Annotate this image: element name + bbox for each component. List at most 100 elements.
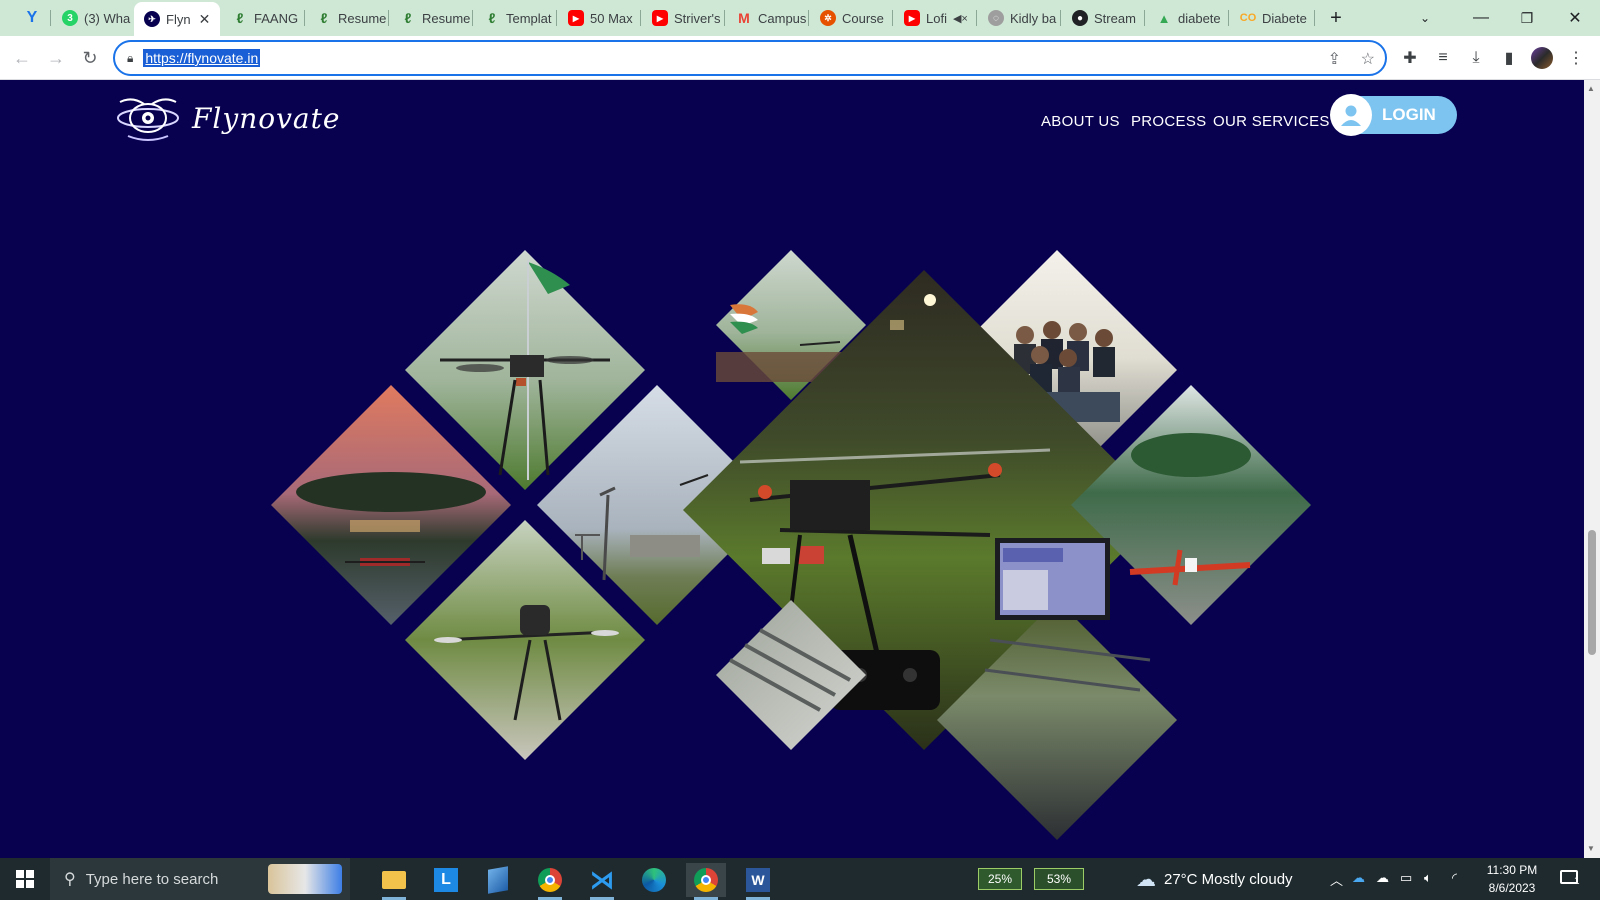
scroll-up-arrow-icon[interactable]: ▲ <box>1587 84 1595 93</box>
forward-button[interactable]: → <box>42 44 70 72</box>
browser-tab-strip: Y 3 (3) Wha ✈ Flyn ✕ ℓ FAANG ℓ Resume ℓ … <box>0 0 1600 36</box>
file-explorer-app[interactable] <box>374 863 414 900</box>
chrome-icon <box>694 868 718 892</box>
browser-toolbar: ← → ↻ 🔒︎ https://flynovate.in ⇪ ☆ ✚ ≡ ⤓ … <box>0 36 1600 80</box>
scroll-down-arrow-icon[interactable]: ▼ <box>1587 844 1595 853</box>
globe-icon: ◌ <box>988 10 1004 26</box>
leaf-icon: ℓ <box>488 10 496 26</box>
tab-title: Templat <box>506 10 552 26</box>
tab-y[interactable]: Y <box>14 4 48 32</box>
tab-course[interactable]: ✲ Course <box>810 4 890 32</box>
bookmark-star-icon[interactable]: ☆ <box>1361 49 1375 69</box>
download-icon[interactable]: ⤓ <box>1464 46 1488 70</box>
tab-50-max[interactable]: ▶ 50 Max <box>558 4 638 32</box>
tab-resume-1[interactable]: ℓ Resume <box>306 4 386 32</box>
address-bar[interactable]: 🔒︎ https://flynovate.in ⇪ ☆ <box>113 40 1387 76</box>
battery-right-indicator[interactable]: 53% <box>1034 868 1084 890</box>
tab-title: Lofi <box>926 10 947 26</box>
lock-icon[interactable]: 🔒︎ <box>127 51 133 66</box>
search-icon: ⚲ <box>64 871 76 888</box>
tab-title: (3) Wha <box>84 10 131 26</box>
tab-title: Course <box>842 10 884 26</box>
tab-template[interactable]: ℓ Templat <box>474 4 554 32</box>
whatsapp-icon: 3 <box>62 10 78 26</box>
profile-avatar[interactable] <box>1530 46 1554 70</box>
tab-whatsapp[interactable]: 3 (3) Wha <box>52 4 132 32</box>
tab-campus[interactable]: M Campus <box>726 4 806 32</box>
menu-kebab-icon[interactable]: ⋮ <box>1564 46 1588 70</box>
tab-stream[interactable]: ● Stream <box>1062 4 1142 32</box>
y-icon: Y <box>26 9 38 26</box>
back-button[interactable]: ← <box>8 44 36 72</box>
tab-title: Campus <box>758 10 806 26</box>
l-app-icon: L <box>434 868 458 892</box>
vscode-app[interactable]: ⋊ <box>582 863 622 900</box>
weather-widget[interactable]: ☁ 27°C Mostly cloudy <box>1136 858 1293 900</box>
stream-icon: ● <box>1072 10 1088 26</box>
wifi-icon[interactable]: ◜ <box>1452 870 1457 886</box>
start-button[interactable] <box>0 858 50 900</box>
clock-date: 8/6/2023 <box>1488 881 1536 895</box>
course-icon: ✲ <box>820 10 836 26</box>
tab-diabetes-drive[interactable]: ▲ diabete <box>1146 4 1226 32</box>
tab-title: FAANG <box>254 10 299 26</box>
windows-logo-icon <box>16 870 34 888</box>
tab-title: Resume <box>338 10 386 26</box>
web-page: Flynovate ABOUT US PROCESS OUR SERVICES … <box>0 80 1584 858</box>
drive-icon: ▲ <box>1157 10 1171 26</box>
photo-gallery <box>271 250 1311 840</box>
notification-center-button[interactable]: 1 <box>1558 868 1586 890</box>
close-window-button[interactable]: ✕ <box>1552 0 1598 36</box>
chrome-icon <box>538 868 562 892</box>
tab-lofi[interactable]: ▶ Lofi ◀× <box>894 4 974 32</box>
tab-flynovate[interactable]: ✈ Flyn ✕ <box>134 2 220 36</box>
show-hidden-icons-chevron-icon[interactable]: ︿ <box>1330 870 1343 889</box>
side-panel-icon[interactable]: ▮ <box>1497 46 1521 70</box>
edge-icon <box>642 868 666 892</box>
page-scrollbar[interactable]: ▲ ▼ <box>1584 80 1600 858</box>
minimize-button[interactable]: — <box>1458 0 1504 36</box>
word-app[interactable]: W <box>738 863 778 900</box>
share-icon[interactable]: ⇪ <box>1328 49 1341 69</box>
launcher-app[interactable]: L <box>426 863 466 897</box>
search-highlight-icon[interactable] <box>268 864 342 894</box>
media-playlist-icon[interactable]: ≡ <box>1431 46 1455 70</box>
extensions-icon[interactable]: ✚ <box>1398 46 1422 70</box>
scrollbar-thumb[interactable] <box>1588 530 1596 655</box>
tab-title: diabete <box>1178 10 1221 26</box>
system-clock[interactable]: 11:30 PM 8/6/2023 <box>1472 861 1552 897</box>
tab-strivers[interactable]: ▶ Striver's <box>642 4 722 32</box>
leaf-icon: ℓ <box>404 10 412 26</box>
new-tab-button[interactable]: + <box>1320 0 1352 36</box>
tab-title: Flyn <box>166 11 191 27</box>
leaf-icon: ℓ <box>320 10 328 26</box>
chrome-app-active[interactable] <box>686 863 726 900</box>
tab-search-chevron-icon[interactable]: ⌄ <box>1410 0 1440 36</box>
url-text[interactable]: https://flynovate.in <box>143 49 261 67</box>
cloud-sun-icon: ☁ <box>1136 868 1156 891</box>
folder-icon <box>382 871 406 889</box>
restore-button[interactable]: ❐ <box>1504 0 1550 36</box>
speaker-muted-icon[interactable]: ◀× <box>953 12 968 25</box>
battery-left-indicator[interactable]: 25% <box>978 868 1022 890</box>
notes-app[interactable] <box>478 863 518 897</box>
co-icon: CO <box>1239 12 1257 24</box>
notification-count: 1 <box>1574 876 1580 887</box>
edge-app[interactable] <box>634 863 674 897</box>
onedrive-icon[interactable]: ☁ <box>1352 870 1365 886</box>
tab-resume-2[interactable]: ℓ Resume <box>390 4 470 32</box>
tab-diabetes[interactable]: CO Diabete <box>1230 4 1310 32</box>
notes-icon <box>488 866 508 894</box>
taskbar-search-box[interactable]: ⚲ Type here to search <box>50 858 350 900</box>
battery-icon[interactable]: ▭ <box>1400 870 1412 886</box>
tab-kidly[interactable]: ◌ Kidly ba <box>978 4 1058 32</box>
speaker-icon[interactable]: 🔈︎ <box>1424 870 1432 886</box>
reload-button[interactable]: ↻ <box>76 44 104 72</box>
vscode-icon: ⋊ <box>590 866 614 894</box>
tab-faang[interactable]: ℓ FAANG <box>222 4 302 32</box>
flynovate-icon: ✈ <box>144 11 160 27</box>
chrome-app[interactable] <box>530 863 570 900</box>
cloud-icon[interactable]: ☁ <box>1376 870 1389 886</box>
word-icon: W <box>746 868 770 892</box>
close-icon[interactable]: ✕ <box>199 11 211 28</box>
